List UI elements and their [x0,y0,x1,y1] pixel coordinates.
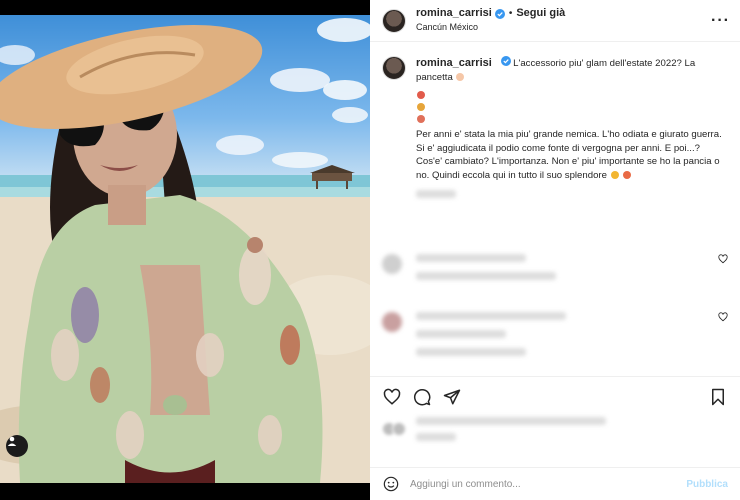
view-replies-blurred [416,348,526,356]
comment-item [382,254,728,280]
caption-meta-blurred [416,190,456,198]
caption: romina_carrisi L'accessorio piu' glam de… [382,56,728,198]
caption-username[interactable]: romina_carrisi [416,57,492,69]
laugh-emoji-icon [623,170,632,179]
likes-text-blurred[interactable] [416,417,606,425]
grin-emoji-icon [610,170,619,179]
comment-text-blurred [416,254,526,262]
comment-icon[interactable] [412,387,432,407]
author-row: romina_carrisi • Segui già [416,7,565,20]
comment-like-heart-icon[interactable] [718,312,728,322]
post-date-blurred [416,433,456,441]
comment-text-blurred [416,312,566,320]
post-location[interactable]: Cancún México [416,21,565,34]
emoji-list [416,90,726,126]
comment-body [416,254,718,280]
likes-text [416,417,606,441]
comment-avatar[interactable] [382,312,402,332]
user-tag-button[interactable] [6,435,28,457]
taco-emoji-icon [417,103,425,112]
bookmark-icon[interactable] [708,387,728,407]
liker-avatar [392,422,406,436]
publish-comment-button[interactable]: Pubblica [686,479,728,490]
photo-illustration [0,18,370,483]
comment-like-heart-icon[interactable] [718,254,728,264]
author-username[interactable]: romina_carrisi [416,7,492,20]
author-info: romina_carrisi • Segui già Cancún México [416,7,565,34]
post-actions [370,376,740,416]
comment-input[interactable] [410,478,687,490]
caption-body: romina_carrisi L'accessorio piu' glam de… [416,56,726,198]
verified-badge-icon [500,56,511,66]
rose-emoji-icon [417,91,425,100]
comment-meta-blurred [416,330,506,338]
post-header: romina_carrisi • Segui già Cancún México… [370,0,740,42]
share-icon[interactable] [442,387,462,407]
comment-meta-blurred [416,272,556,280]
likes-row [382,417,728,441]
comments-scroll-area[interactable]: romina_carrisi L'accessorio piu' glam de… [370,56,740,376]
add-comment-bar: Pubblica [370,467,740,500]
caption-paragraph: Per anni e' stata la mia piu' grande nem… [416,128,726,182]
user-tag-icon [7,436,17,446]
following-button[interactable]: Segui già [516,7,565,20]
caption-paragraph-text: Per anni e' stata la mia piu' grande nem… [416,129,722,181]
post-photo[interactable] [0,15,370,483]
post-dialog: romina_carrisi • Segui già Cancún México… [0,0,740,500]
more-options-icon[interactable]: ··· [711,12,730,30]
flag-emoji-icon [417,115,425,124]
author-avatar[interactable] [382,8,406,33]
comment-avatar[interactable] [382,254,402,274]
liker-avatars[interactable] [382,422,406,436]
comment-item [382,312,728,356]
caption-avatar[interactable] [382,56,406,80]
emoji-picker-icon[interactable] [382,475,400,493]
verified-badge-icon [494,8,505,19]
comment-body [416,312,718,356]
separator-dot: • [508,8,513,19]
post-media [0,0,370,500]
post-side-panel: romina_carrisi • Segui già Cancún México… [370,0,740,500]
heart-icon[interactable] [382,387,402,407]
hand-emoji-icon [456,72,465,81]
